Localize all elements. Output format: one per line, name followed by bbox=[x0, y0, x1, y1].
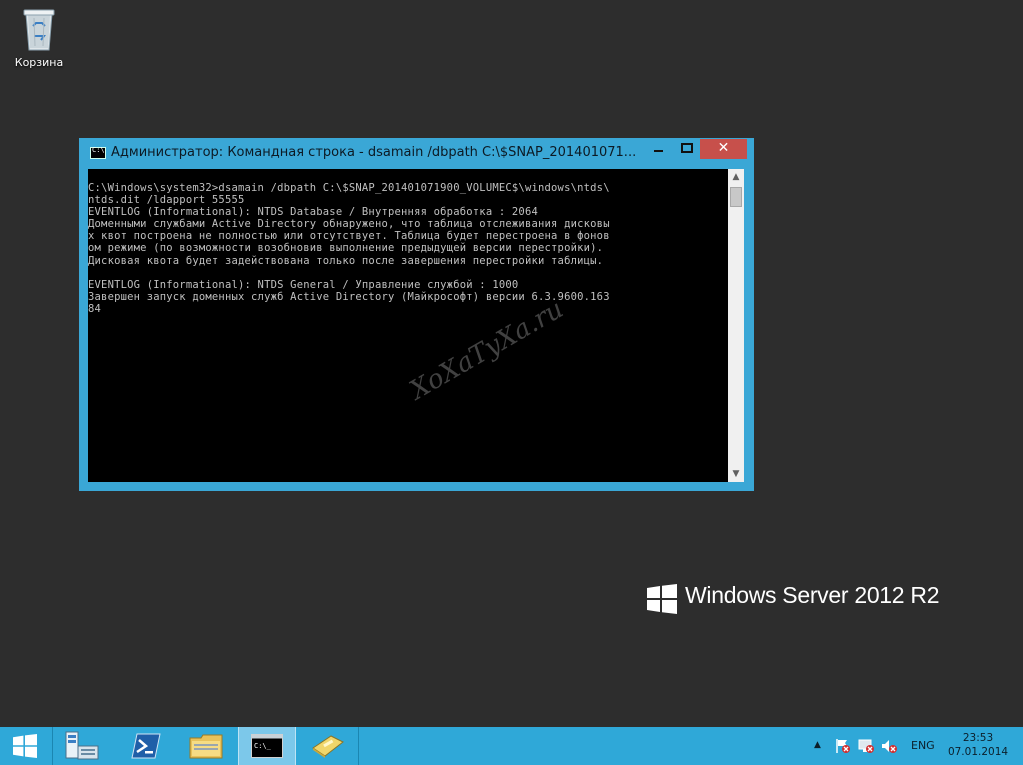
cmd-icon: C:\_ bbox=[251, 734, 283, 758]
recycle-bin-shortcut[interactable]: Корзина bbox=[8, 4, 70, 74]
powershell-icon bbox=[131, 733, 161, 759]
tray-overflow-button[interactable]: ▲ bbox=[810, 738, 826, 754]
flag-warning-icon bbox=[836, 739, 850, 753]
scroll-thumb[interactable] bbox=[730, 187, 742, 207]
branding-text: Windows Server 2012 R2 bbox=[685, 582, 940, 608]
folder-icon bbox=[189, 734, 223, 759]
chevron-up-icon: ▲ bbox=[814, 740, 821, 750]
svg-text:C:\_: C:\_ bbox=[254, 742, 272, 750]
start-button[interactable] bbox=[0, 727, 52, 765]
vertical-scrollbar[interactable]: ▲ ▼ bbox=[728, 169, 744, 482]
recycle-bin-label: Корзина bbox=[14, 56, 64, 69]
taskbar-powershell[interactable] bbox=[116, 727, 176, 765]
maximize-icon bbox=[680, 143, 693, 153]
window-titlebar[interactable]: Администратор: Командная строка - dsamai… bbox=[79, 138, 754, 168]
windows-logo-icon bbox=[647, 584, 677, 614]
clock[interactable]: 23:53 07.01.2014 bbox=[946, 731, 1010, 759]
tray-action-center[interactable] bbox=[835, 738, 851, 754]
close-icon: ✕ bbox=[717, 140, 730, 156]
close-button[interactable]: ✕ bbox=[700, 139, 747, 159]
scroll-down-arrow-icon[interactable]: ▼ bbox=[728, 466, 744, 482]
scroll-up-arrow-icon[interactable]: ▲ bbox=[728, 169, 744, 185]
network-icon bbox=[858, 739, 874, 753]
speaker-muted-icon bbox=[882, 740, 897, 753]
console-output[interactable]: C:\Windows\system32>dsamain /dbpath C:\$… bbox=[88, 169, 728, 482]
windows-start-icon bbox=[13, 734, 37, 758]
clock-time: 23:53 bbox=[962, 732, 994, 744]
recycle-bin-icon bbox=[23, 9, 55, 51]
tray-network[interactable] bbox=[858, 738, 874, 754]
maximize-button[interactable] bbox=[673, 139, 700, 159]
taskbar-file-explorer[interactable] bbox=[178, 727, 236, 765]
minimize-button[interactable] bbox=[645, 139, 672, 159]
minimize-icon bbox=[654, 150, 663, 152]
cmd-icon bbox=[90, 146, 106, 159]
taskbar: C:\_ ▲ ENG 23:53 07.01.2014 bbox=[0, 727, 1023, 765]
clock-date: 07.01.2014 bbox=[947, 746, 1009, 758]
window-title: Администратор: Командная строка - dsamai… bbox=[111, 145, 637, 160]
taskbar-other-app[interactable] bbox=[298, 727, 358, 765]
taskbar-command-prompt[interactable]: C:\_ bbox=[238, 727, 296, 765]
input-language[interactable]: ENG bbox=[911, 739, 935, 752]
console-text: C:\Windows\system32>dsamain /dbpath C:\$… bbox=[88, 182, 610, 315]
server-manager-icon bbox=[65, 731, 99, 760]
taskbar-server-manager[interactable] bbox=[54, 727, 114, 765]
tray-volume[interactable] bbox=[881, 738, 897, 754]
command-prompt-window[interactable]: Администратор: Командная строка - dsamai… bbox=[79, 138, 754, 491]
app-icon bbox=[312, 735, 344, 758]
